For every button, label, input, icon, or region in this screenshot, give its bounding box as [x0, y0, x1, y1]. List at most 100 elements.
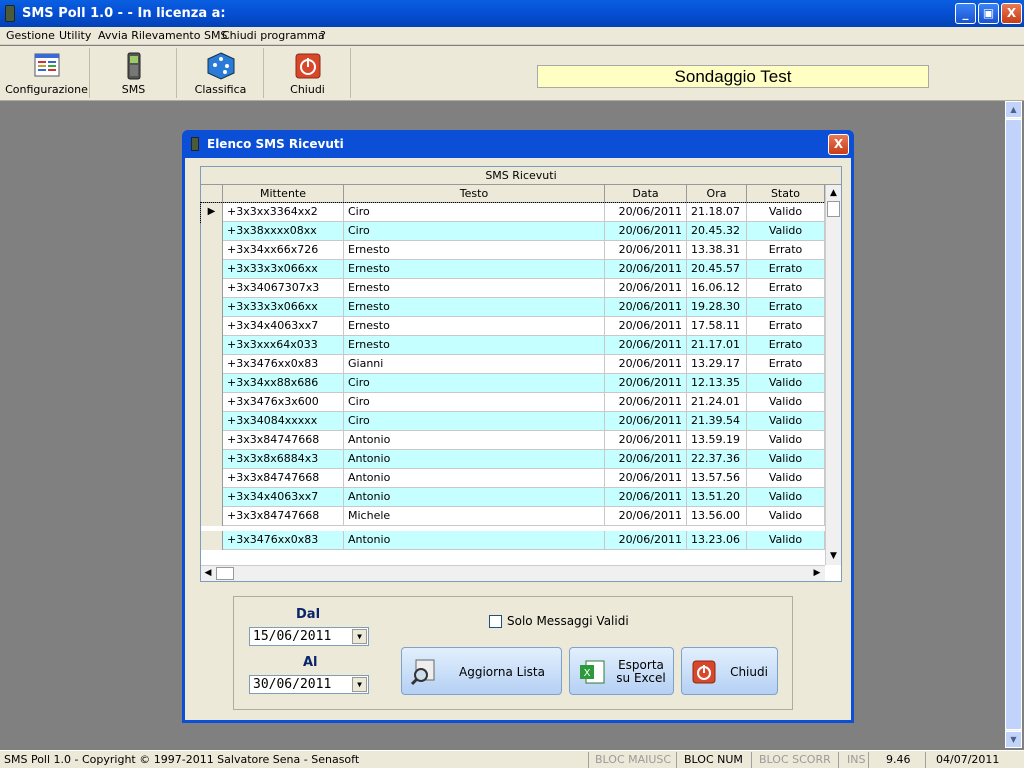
table-row[interactable]: +3x38xxxx08xx Ciro 20/06/2011 20.45.32 Valid… — [201, 222, 825, 241]
chiudi-toolbar-button[interactable]: Chiudi — [265, 48, 351, 98]
table-row[interactable]: +3x3x84747668 Antonio 20/06/2011 13.59.19 Va… — [201, 431, 825, 450]
table-row[interactable]: +3x3476xx0x83 Gianni 20/06/2011 13.29.17 Err… — [201, 355, 825, 374]
menu-help[interactable]: ? — [320, 29, 326, 42]
dialog-close-button[interactable]: X — [828, 134, 849, 155]
row-selector[interactable] — [201, 260, 223, 279]
main-vertical-scrollbar[interactable]: ▲ ▼ — [1005, 101, 1022, 748]
table-row[interactable]: +3x34x4063xx7 Antonio 20/06/2011 13.51.20 Va… — [201, 488, 825, 507]
dialog-title-bar[interactable]: Elenco SMS Ricevuti X — [182, 130, 854, 158]
grid-scroll-thumb[interactable] — [827, 201, 840, 217]
cell-status: Valido — [747, 203, 825, 222]
cell-text: Ernesto — [344, 279, 605, 298]
cell-text: Ciro — [344, 393, 605, 412]
config-icon — [34, 53, 59, 77]
solo-validi-checkbox[interactable] — [489, 615, 502, 628]
grid-hscroll-thumb[interactable] — [216, 567, 234, 580]
row-selector[interactable] — [201, 431, 223, 450]
app-title-bar[interactable]: SMS Poll 1.0 - - In licenza a: _ ▣ X — [0, 0, 1024, 27]
date-from-dropdown-icon[interactable]: ▼ — [352, 629, 367, 644]
column-header-stato[interactable]: Stato — [747, 185, 825, 203]
minimize-button[interactable]: _ — [955, 3, 976, 24]
table-row[interactable]: +3x33x3x066xx Ernesto 20/06/2011 19.28.30 Er… — [201, 298, 825, 317]
column-header-ora[interactable]: Ora — [687, 185, 747, 203]
table-row[interactable]: +3x3476xx0x83 Antonio 20/06/2011 13.23.06 Va… — [201, 531, 825, 550]
row-selector[interactable] — [201, 531, 223, 550]
date-to-value: 30/06/2011 — [253, 677, 332, 692]
date-to-dropdown-icon[interactable]: ▼ — [352, 677, 367, 692]
cell-sender: +3x34084xxxxx — [223, 412, 344, 431]
menu-chiudi-programma[interactable]: Chiudi programma — [222, 29, 325, 42]
configurazione-button[interactable]: Configurazione — [4, 48, 90, 98]
row-selector[interactable] — [201, 355, 223, 374]
table-row[interactable]: +3x3476x3x600 Ciro 20/06/2011 21.24.01 Valid… — [201, 393, 825, 412]
cell-time: 13.51.20 — [687, 488, 747, 507]
row-selector[interactable] — [201, 450, 223, 469]
cell-time: 16.06.12 — [687, 279, 747, 298]
row-selector[interactable] — [201, 507, 223, 526]
grid-scroll-up-arrow[interactable]: ▲ — [826, 185, 841, 201]
table-row[interactable]: +3x3x84747668 Michele 20/06/2011 13.56.00 Va… — [201, 507, 825, 526]
cell-time: 21.17.01 — [687, 336, 747, 355]
table-row[interactable]: +3x34084xxxxx Ciro 20/06/2011 21.39.54 Valid… — [201, 412, 825, 431]
cell-text: Gianni — [344, 355, 605, 374]
row-selector[interactable] — [201, 279, 223, 298]
sms-button[interactable]: SMS — [91, 48, 177, 98]
column-header-mittente[interactable]: Mittente — [223, 185, 344, 203]
esporta-excel-button[interactable]: X Esporta su Excel — [569, 647, 674, 695]
chiudi-dialog-button[interactable]: Chiudi — [681, 647, 778, 695]
table-row[interactable]: +3x34x4063xx7 Ernesto 20/06/2011 17.58.11 Er… — [201, 317, 825, 336]
row-selector[interactable] — [201, 412, 223, 431]
grid-horizontal-scrollbar[interactable]: ◀ ▶ — [201, 565, 825, 581]
row-selector[interactable] — [201, 374, 223, 393]
classifica-button[interactable]: Classifica — [178, 48, 264, 98]
scroll-up-arrow[interactable]: ▲ — [1005, 101, 1022, 118]
cell-text: Ernesto — [344, 298, 605, 317]
sms-grid[interactable]: SMS Ricevuti Mittente Testo Data Ora Sta… — [200, 166, 842, 582]
table-row[interactable]: +3x33x3x066xx Ernesto 20/06/2011 20.45.57 Er… — [201, 260, 825, 279]
table-row[interactable]: +3x3xxx64x033 Ernesto 20/06/2011 21.17.01 Er… — [201, 336, 825, 355]
grid-header: Mittente Testo Data Ora Stato — [201, 185, 841, 203]
date-to-picker[interactable]: 30/06/2011 ▼ — [249, 675, 369, 694]
table-row[interactable]: +3x34067307x3 Ernesto 20/06/2011 16.06.12 Er… — [201, 279, 825, 298]
scroll-down-arrow[interactable]: ▼ — [1005, 731, 1022, 748]
status-date: 04/07/2011 — [936, 753, 1000, 766]
row-selector[interactable] — [201, 488, 223, 507]
row-selector[interactable] — [201, 317, 223, 336]
cell-sender: +3x3476xx0x83 — [223, 531, 344, 550]
table-row[interactable]: ▶ +3x3xx3364xx2 Ciro 20/06/2011 21.18.07 Vali… — [200, 202, 826, 223]
toolbar-label-sms: SMS — [121, 83, 146, 96]
cell-status: Valido — [747, 374, 825, 393]
grid-scroll-left-arrow[interactable]: ◀ — [201, 566, 215, 581]
table-row[interactable]: +3x34xx88x686 Ciro 20/06/2011 12.13.35 Valid… — [201, 374, 825, 393]
status-bar: SMS Poll 1.0 - Copyright © 1997-2011 Sal… — [0, 750, 1024, 768]
row-selector[interactable] — [201, 336, 223, 355]
grid-scroll-right-arrow[interactable]: ▶ — [810, 566, 824, 581]
row-selector[interactable] — [201, 241, 223, 260]
grid-header-selector — [201, 185, 223, 203]
row-selector[interactable] — [201, 469, 223, 488]
cell-text: Ernesto — [344, 317, 605, 336]
column-header-testo[interactable]: Testo — [344, 185, 605, 203]
cell-sender: +3x34x4063xx7 — [223, 317, 344, 336]
aggiorna-lista-button[interactable]: Aggiorna Lista — [401, 647, 562, 695]
grid-scroll-down-arrow[interactable]: ▼ — [826, 548, 841, 564]
close-window-button[interactable]: X — [1001, 3, 1022, 24]
row-selector[interactable] — [201, 393, 223, 412]
column-header-data[interactable]: Data — [605, 185, 687, 203]
cell-time: 21.24.01 — [687, 393, 747, 412]
menu-avvia-rilevamento[interactable]: Avvia Rilevamento SMS — [98, 29, 227, 42]
maximize-button[interactable]: ▣ — [978, 3, 999, 24]
table-row[interactable]: +3x3x84747668 Antonio 20/06/2011 13.57.56 Va… — [201, 469, 825, 488]
table-row[interactable]: +3x3x8x6884x3 Antonio 20/06/2011 22.37.36 Va… — [201, 450, 825, 469]
cell-date: 20/06/2011 — [605, 317, 687, 336]
row-selector[interactable] — [201, 222, 223, 241]
cell-date: 20/06/2011 — [605, 507, 687, 526]
scroll-thumb[interactable] — [1005, 119, 1022, 730]
menu-utility[interactable]: Utility — [59, 29, 91, 42]
row-selector[interactable]: ▶ — [201, 203, 223, 222]
grid-vertical-scrollbar[interactable]: ▲ ▼ — [825, 185, 841, 565]
row-selector[interactable] — [201, 298, 223, 317]
menu-gestione[interactable]: Gestione — [6, 29, 55, 42]
date-from-picker[interactable]: 15/06/2011 ▼ — [249, 627, 369, 646]
table-row[interactable]: +3x34xx66x726 Ernesto 20/06/2011 13.38.31 Er… — [201, 241, 825, 260]
